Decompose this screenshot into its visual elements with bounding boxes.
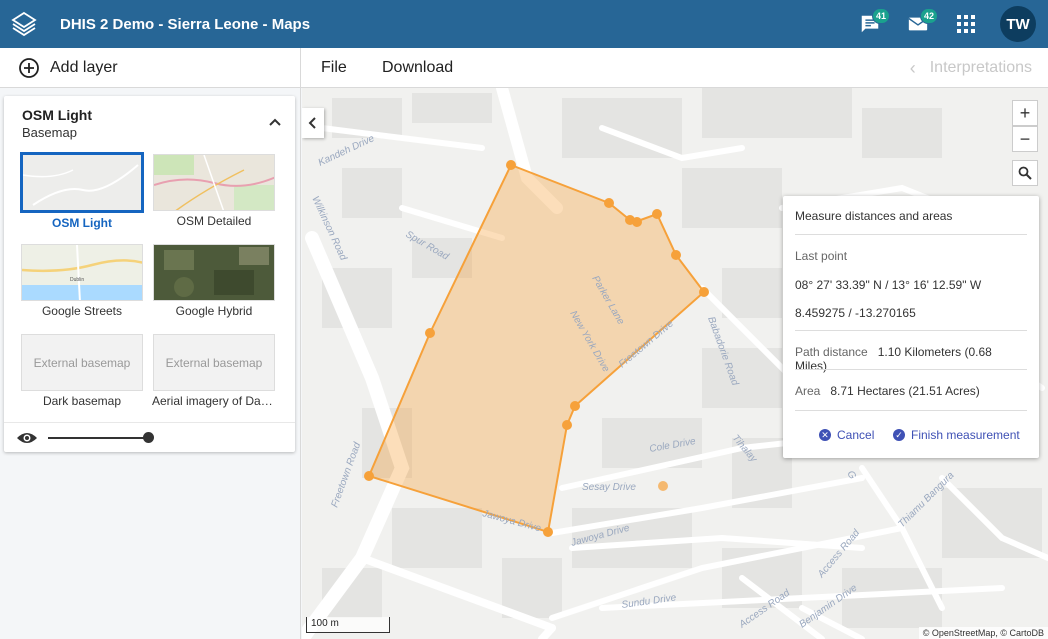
mail-badge: 42 <box>920 8 939 24</box>
basemap-label: OSM Light <box>52 216 112 230</box>
basemap-thumbnail: Dublin <box>21 244 143 301</box>
basemap-placeholder: External basemap <box>21 334 143 391</box>
dhis2-logo-icon[interactable] <box>0 0 48 48</box>
basemap-thumbnail <box>153 244 275 301</box>
add-layer-button[interactable]: Add layer <box>0 48 301 88</box>
layer-subtitle: Basemap <box>22 125 77 140</box>
map-scale: 100 m <box>306 617 390 633</box>
basemap-label: Google Hybrid <box>175 304 253 318</box>
search-icon <box>1018 166 1032 180</box>
cancel-label: Cancel <box>837 428 875 442</box>
divider <box>795 330 1027 331</box>
basemap-osm-light[interactable]: OSM Light <box>20 152 144 230</box>
user-avatar[interactable]: TW <box>1000 6 1036 42</box>
basemap-thumbnail <box>153 154 275 211</box>
add-circle-icon <box>19 58 39 78</box>
area-row: Area 8.71 Hectares (21.51 Acres) <box>795 384 1027 398</box>
layer-title: OSM Light <box>22 107 92 123</box>
chevron-up-icon[interactable] <box>267 114 283 130</box>
zoom-out-button[interactable]: − <box>1012 126 1038 152</box>
visibility-eye-icon[interactable] <box>16 431 38 445</box>
last-point-label: Last point <box>795 249 848 263</box>
svg-text:Sesay Drive: Sesay Drive <box>582 482 636 493</box>
map-attribution[interactable]: © OpenStreetMap, © CartoDB <box>918 627 1048 639</box>
mail-button[interactable]: 42 <box>894 0 942 48</box>
cancel-measure-button[interactable]: ✕ Cancel <box>819 428 874 442</box>
last-point-decimal: 8.459275 / -13.270165 <box>795 306 916 320</box>
divider <box>795 234 1027 235</box>
basemap-dark[interactable]: External basemap Dark basemap <box>20 334 144 408</box>
opacity-slider-track[interactable] <box>48 437 148 439</box>
interpretations-label: Interpretations <box>929 59 1032 76</box>
layers-panel: OSM Light Basemap OSM Light OSM Detailed… <box>0 88 301 639</box>
measure-panel: Measure distances and areas Last point 0… <box>783 196 1039 458</box>
check-icon: ✓ <box>893 429 905 441</box>
zoom-in-button[interactable]: + <box>1012 100 1038 126</box>
basemap-label: Aerial imagery of Dar… <box>152 394 276 408</box>
basemap-google-streets[interactable]: Dublin Google Streets <box>20 244 144 318</box>
divider <box>795 369 1027 370</box>
download-menu[interactable]: Download <box>382 48 453 88</box>
search-button[interactable] <box>1012 160 1038 186</box>
chevron-left-icon: ‹ <box>909 57 916 78</box>
apps-menu-button[interactable] <box>942 0 990 48</box>
maps-toolbar: Add layer File Download ‹ Interpretation… <box>0 48 1048 88</box>
interpretations-toggle[interactable]: ‹ Interpretations <box>910 48 1032 88</box>
basemap-label: Dark basemap <box>42 394 122 408</box>
basemap-osm-detailed[interactable]: OSM Detailed <box>152 154 276 228</box>
basemap-thumbnail <box>20 152 144 213</box>
area-value: 8.71 Hectares (21.51 Acres) <box>830 384 980 398</box>
add-layer-label: Add layer <box>50 59 118 76</box>
chevron-left-icon <box>308 117 316 129</box>
basemap-card: OSM Light Basemap OSM Light OSM Detailed… <box>4 96 295 452</box>
basemap-aerial-imagery[interactable]: External basemap Aerial imagery of Dar… <box>152 334 276 408</box>
map-view[interactable]: Kandeh Drive Spur Road Wilkinson Road Pa… <box>302 88 1048 639</box>
measure-title: Measure distances and areas <box>795 209 953 223</box>
finish-measurement-button[interactable]: ✓ Finish measurement <box>893 428 1020 442</box>
opacity-row <box>4 422 295 452</box>
messages-badge: 41 <box>872 8 891 24</box>
opacity-slider-handle[interactable] <box>143 432 154 443</box>
file-menu[interactable]: File <box>321 48 347 88</box>
messages-button[interactable]: 41 <box>846 0 894 48</box>
thumbnail-town-label: Dublin <box>70 277 84 283</box>
basemap-placeholder: External basemap <box>153 334 275 391</box>
basemap-google-hybrid[interactable]: Google Hybrid <box>152 244 276 318</box>
apps-grid-icon <box>957 15 975 33</box>
basemap-label: OSM Detailed <box>176 214 252 228</box>
path-distance-label: Path distance <box>795 345 868 359</box>
collapse-panel-button[interactable] <box>302 108 324 138</box>
app-header: DHIS 2 Demo - Sierra Leone - Maps 41 42 … <box>0 0 1048 48</box>
divider <box>795 410 1027 411</box>
basemap-label: Google Streets <box>41 304 123 318</box>
app-title: DHIS 2 Demo - Sierra Leone - Maps <box>60 15 311 33</box>
header-actions: 41 42 TW <box>846 0 1036 48</box>
svg-text:Kandeh Drive: Kandeh Drive <box>317 133 377 169</box>
cancel-icon: ✕ <box>819 429 831 441</box>
area-label: Area <box>795 384 821 398</box>
svg-text:Freetown Road: Freetown Road <box>329 441 363 509</box>
last-point-dms: 08° 27' 33.39" N / 13° 16' 12.59" W <box>795 278 982 292</box>
finish-label: Finish measurement <box>911 428 1020 442</box>
